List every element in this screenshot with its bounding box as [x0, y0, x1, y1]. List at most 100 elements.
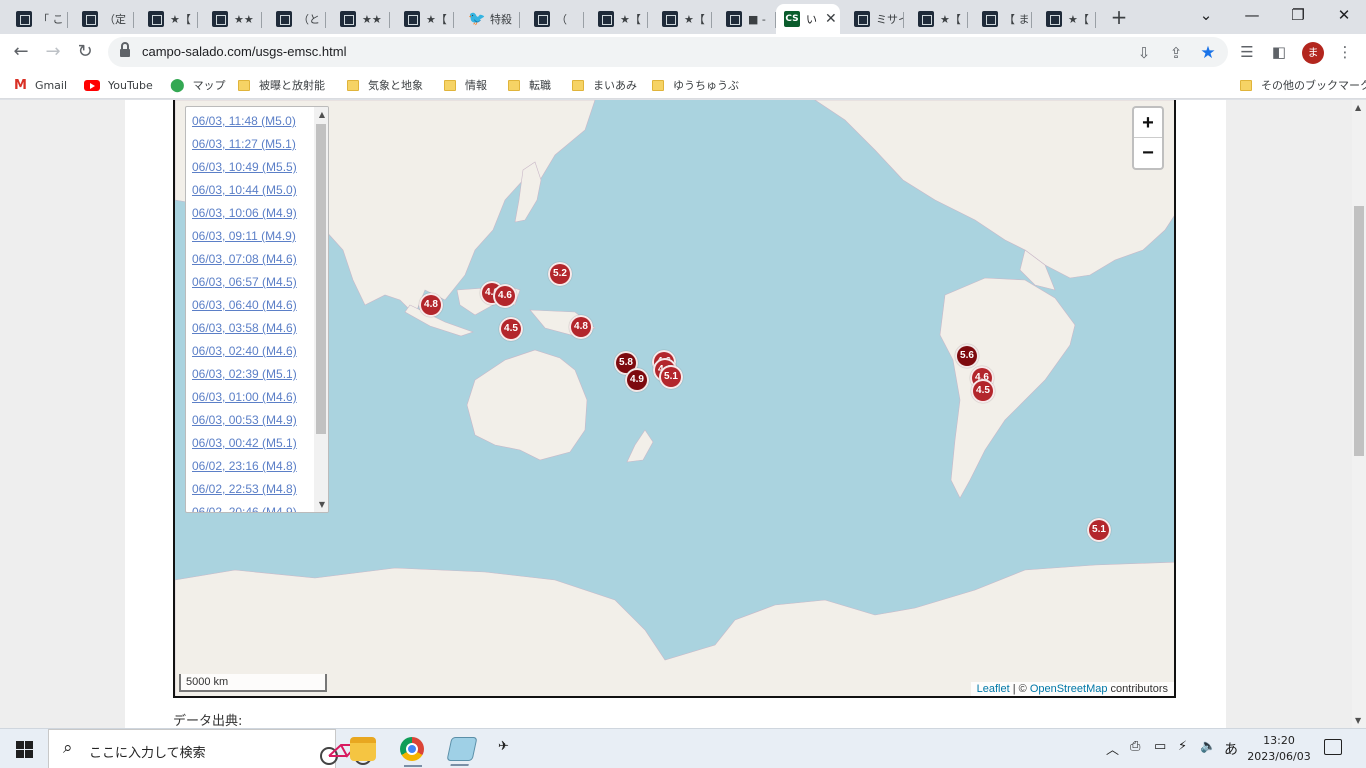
restore-icon[interactable]: ❐	[1284, 4, 1312, 26]
quake-list-item[interactable]: 06/03, 06:57 (M4.5)	[192, 274, 328, 297]
file-explorer-icon[interactable]	[350, 737, 376, 761]
quake-list-item[interactable]: 06/03, 10:06 (M4.9)	[192, 205, 328, 228]
quake-marker[interactable]: 5.2	[548, 262, 572, 286]
browser-tab[interactable]: （	[520, 4, 584, 34]
bookmark-maps[interactable]: ⬤ マップ	[170, 76, 226, 94]
search-placeholder[interactable]: ここに入力して検索	[89, 742, 206, 761]
quake-marker[interactable]: 4.5	[971, 379, 995, 403]
close-window-icon[interactable]: ✕	[1330, 4, 1358, 26]
quake-marker[interactable]: 5.6	[955, 344, 979, 368]
scroll-down-icon[interactable]: ▼	[319, 500, 325, 509]
quake-list-item[interactable]: 06/03, 10:44 (M5.0)	[192, 182, 328, 205]
notification-icon[interactable]	[1324, 739, 1342, 755]
quake-list-item[interactable]: 06/03, 11:48 (M5.0)	[192, 113, 328, 136]
clock[interactable]: 13:20 2023/06/03	[1244, 733, 1314, 765]
quake-list-item[interactable]: 06/03, 00:53 (M4.9)	[192, 412, 328, 435]
quake-list-item[interactable]: 06/02, 22:53 (M4.8)	[192, 481, 328, 504]
quake-list[interactable]: 06/03, 11:48 (M5.0) 06/03, 11:27 (M5.1) …	[185, 106, 329, 513]
osm-link[interactable]: OpenStreetMap	[1030, 683, 1108, 695]
quake-list-item[interactable]: 06/03, 02:39 (M5.1)	[192, 366, 328, 389]
install-icon[interactable]: ⇩	[1134, 43, 1154, 63]
camera-icon[interactable]: ⎙	[1130, 739, 1140, 754]
profile-avatar[interactable]: ま	[1302, 42, 1324, 64]
notepad-icon[interactable]	[446, 737, 478, 761]
browser-tab[interactable]: 【 ま	[968, 4, 1032, 34]
browser-tab[interactable]: 🐦 特殺	[454, 4, 520, 34]
browser-tab[interactable]: ★★	[326, 4, 390, 34]
scroll-up-icon[interactable]: ▲	[1355, 103, 1361, 112]
page-scroll-thumb[interactable]	[1354, 206, 1364, 456]
tab-search-icon[interactable]: ⌄	[1192, 4, 1220, 26]
reading-list-icon[interactable]: ☰	[1236, 42, 1258, 62]
browser-tab[interactable]: ★【	[1032, 4, 1096, 34]
volume-icon[interactable]: 🔈	[1200, 739, 1216, 754]
zoom-in-button[interactable]: +	[1134, 108, 1162, 138]
chrome-icon[interactable]	[400, 737, 424, 767]
bookmark-folder[interactable]: 転職	[508, 76, 551, 94]
quake-marker[interactable]: 4.5	[499, 317, 523, 341]
quake-marker[interactable]: 4.9	[625, 368, 649, 392]
quake-list-item[interactable]: 06/03, 06:40 (M4.6)	[192, 297, 328, 320]
quake-list-item[interactable]: 06/03, 09:11 (M4.9)	[192, 228, 328, 251]
quake-list-item[interactable]: 06/03, 07:08 (M4.6)	[192, 251, 328, 274]
leaflet-link[interactable]: Leaflet	[977, 683, 1010, 695]
minimize-icon[interactable]: —	[1238, 4, 1266, 26]
quake-list-item[interactable]: 06/03, 10:49 (M5.5)	[192, 159, 328, 182]
menu-icon[interactable]: ⋮	[1334, 42, 1356, 62]
browser-tab[interactable]: ■ -	[712, 4, 776, 34]
bookmark-gmail[interactable]: M Gmail	[14, 76, 67, 94]
bookmark-folder[interactable]: まいあみ	[572, 76, 637, 94]
share-icon[interactable]: ⇪	[1166, 43, 1186, 63]
bookmark-star-icon[interactable]: ★	[1198, 43, 1218, 63]
quake-list-item[interactable]: 06/02, 20:46 (M4.9)	[192, 504, 328, 512]
side-panel-icon[interactable]: ◧	[1268, 42, 1290, 62]
quake-list-item[interactable]: 06/03, 02:40 (M4.6)	[192, 343, 328, 366]
other-bookmarks[interactable]: その他のブックマーク	[1240, 76, 1366, 94]
quake-marker[interactable]: 4.8	[569, 315, 593, 339]
quake-list-item[interactable]: 06/03, 01:00 (M4.6)	[192, 389, 328, 412]
browser-tab[interactable]: ★【	[134, 4, 198, 34]
bookmark-folder[interactable]: 気象と地象	[347, 76, 423, 94]
scroll-up-icon[interactable]: ▲	[319, 110, 325, 119]
browser-tab[interactable]: ★【	[648, 4, 712, 34]
browser-tab[interactable]: ★【	[390, 4, 454, 34]
browser-tab[interactable]: ミサイ	[840, 4, 904, 34]
page-scrollbar[interactable]: ▲ ▼	[1352, 100, 1366, 728]
browser-tab[interactable]: （定	[68, 4, 134, 34]
bookmark-folder[interactable]: 情報	[444, 76, 487, 94]
browser-tab-active[interactable]: CS い ✕	[776, 4, 840, 34]
battery-icon[interactable]: ▭	[1154, 739, 1166, 754]
quake-list-item[interactable]: 06/02, 23:16 (M4.8)	[192, 458, 328, 481]
earthquake-map[interactable]: 5.2 4.8 4.6 4.6 4.5 4.8 5.8 4.9 4.6 4.6 …	[173, 100, 1176, 698]
quake-list-item[interactable]: 06/03, 11:27 (M5.1)	[192, 136, 328, 159]
tray-chevron-icon[interactable]: ︿	[1106, 739, 1119, 758]
scroll-down-icon[interactable]: ▼	[1355, 716, 1361, 725]
forward-icon[interactable]: →	[40, 40, 66, 64]
windows-start-icon[interactable]	[16, 741, 33, 758]
bookmark-youtube[interactable]: YouTube	[84, 76, 153, 94]
browser-tab[interactable]: 「 こ	[2, 4, 68, 34]
quake-marker[interactable]: 5.1	[659, 365, 683, 389]
zoom-out-button[interactable]: −	[1134, 138, 1162, 168]
quake-marker[interactable]: 4.8	[419, 293, 443, 317]
new-tab-button[interactable]: +	[1108, 6, 1130, 28]
network-icon[interactable]: ⚡	[1178, 739, 1187, 754]
bookmark-folder[interactable]: 被曝と放射能	[238, 76, 325, 94]
quake-list-item[interactable]: 06/03, 03:58 (M4.6)	[192, 320, 328, 343]
url-text[interactable]: campo-salado.com/usgs-emsc.html	[142, 44, 346, 59]
quake-marker[interactable]: 5.1	[1087, 518, 1111, 542]
address-bar[interactable]: campo-salado.com/usgs-emsc.html ⇩ ⇪ ★	[108, 37, 1228, 67]
taskbar-search[interactable]: ⌕ ここに入力して検索	[48, 729, 372, 768]
browser-tab[interactable]: （と	[262, 4, 326, 34]
list-scroll-thumb[interactable]	[316, 124, 326, 434]
quake-marker[interactable]: 4.6	[493, 284, 517, 308]
reload-icon[interactable]: ↻	[72, 40, 98, 64]
close-tab-icon[interactable]: ✕	[825, 11, 837, 27]
browser-tab[interactable]: ★★	[198, 4, 262, 34]
quake-list-item[interactable]: 06/03, 00:42 (M5.1)	[192, 435, 328, 458]
lock-icon[interactable]	[120, 42, 130, 57]
back-icon[interactable]: ←	[8, 40, 34, 64]
bookmark-folder[interactable]: ゆうちゅうぶ	[652, 76, 739, 94]
list-scrollbar[interactable]: ▲ ▼	[314, 107, 328, 512]
browser-tab[interactable]: ★【	[584, 4, 648, 34]
